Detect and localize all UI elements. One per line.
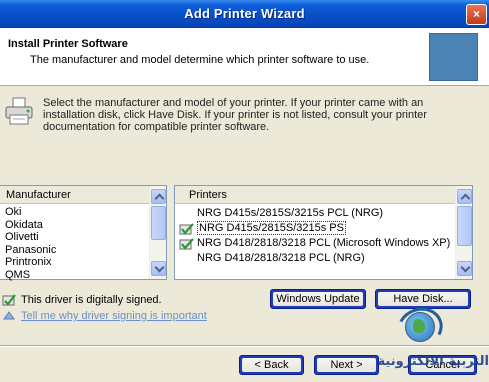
manufacturer-item[interactable]: Oki bbox=[0, 206, 149, 219]
manufacturer-item[interactable]: Olivetti bbox=[0, 231, 149, 244]
manufacturer-column-header[interactable]: Manufacturer bbox=[0, 186, 149, 204]
printer-item-label: NRG D418/2818/3218 PCL (NRG) bbox=[197, 252, 365, 264]
wizard-banner-image bbox=[429, 33, 478, 81]
signed-driver-icon bbox=[179, 223, 194, 235]
scroll-up-button[interactable] bbox=[151, 189, 166, 204]
site-watermark: التربية الالكترونية bbox=[377, 301, 489, 382]
have-disk-button[interactable]: Have Disk... bbox=[375, 289, 471, 309]
manufacturer-item[interactable]: QMS bbox=[0, 269, 149, 282]
printer-item-label: NRG D415s/2815S/3215s PCL (NRG) bbox=[197, 207, 384, 219]
printers-list[interactable]: Printers NRG D415s/2815S/3215s PCL (NRG)… bbox=[174, 185, 473, 280]
next-button[interactable]: Next > bbox=[314, 355, 379, 375]
windows-update-button-label: Windows Update bbox=[273, 292, 363, 306]
printer-item[interactable]: NRG D415s/2815S/3215s PCL (NRG) bbox=[175, 206, 455, 221]
scroll-down-button[interactable] bbox=[151, 261, 166, 276]
manufacturer-item[interactable]: Okidata bbox=[0, 219, 149, 232]
scroll-down-button[interactable] bbox=[457, 261, 472, 276]
globe-icon bbox=[405, 312, 435, 342]
windows-update-button[interactable]: Windows Update bbox=[270, 289, 366, 309]
header-subtitle: The manufacturer and model determine whi… bbox=[30, 54, 370, 66]
printer-item[interactable]: NRG D415s/2815S/3215s PS bbox=[175, 221, 455, 236]
back-button-label: < Back bbox=[242, 358, 301, 372]
window-title: Add Printer Wizard bbox=[184, 6, 305, 21]
printer-item[interactable]: NRG D418/2818/3218 PCL (Microsoft Window… bbox=[175, 236, 455, 251]
next-button-label: Next > bbox=[317, 358, 376, 372]
watermark-text: التربية الالكترونية bbox=[377, 354, 489, 369]
driver-signed-status: This driver is digitally signed. bbox=[21, 294, 162, 306]
manufacturer-scrollbar[interactable] bbox=[149, 186, 166, 279]
manufacturer-list[interactable]: Manufacturer Oki Okidata Olivetti Panasonic… bbox=[0, 185, 167, 280]
info-link-icon bbox=[3, 311, 15, 320]
manufacturer-item[interactable]: Panasonic bbox=[0, 244, 149, 257]
instructions-text: Select the manufacturer and model of you… bbox=[43, 97, 427, 133]
signed-driver-icon bbox=[179, 238, 194, 250]
have-disk-button-label: Have Disk... bbox=[378, 292, 468, 306]
printer-item[interactable]: NRG D418/2818/3218 PCL (NRG) bbox=[175, 251, 455, 266]
printer-item-label: NRG D415s/2815S/3215s PS bbox=[197, 221, 346, 235]
wizard-header: Install Printer Software The manufacture… bbox=[0, 28, 489, 86]
signed-driver-icon bbox=[2, 294, 16, 306]
manufacturer-item[interactable]: Printronix bbox=[0, 256, 149, 269]
back-button[interactable]: < Back bbox=[239, 355, 304, 375]
manufacturer-items: Oki Okidata Olivetti Panasonic Printronix QMS bbox=[0, 206, 149, 281]
header-title: Install Printer Software bbox=[8, 38, 128, 50]
driver-signing-link[interactable]: Tell me why driver signing is important bbox=[21, 310, 207, 322]
printer-icon bbox=[5, 97, 33, 125]
printer-item-label: NRG D418/2818/3218 PCL (Microsoft Window… bbox=[197, 237, 451, 249]
close-button[interactable]: × bbox=[466, 4, 487, 25]
scroll-up-button[interactable] bbox=[457, 189, 472, 204]
title-bar[interactable]: Add Printer Wizard × bbox=[0, 0, 489, 28]
printer-items: NRG D415s/2815S/3215s PCL (NRG) NRG D415s… bbox=[175, 206, 455, 266]
printers-column-header[interactable]: Printers bbox=[175, 186, 455, 204]
scroll-thumb[interactable] bbox=[457, 206, 472, 246]
printers-scrollbar[interactable] bbox=[455, 186, 472, 279]
scroll-thumb[interactable] bbox=[151, 206, 166, 240]
